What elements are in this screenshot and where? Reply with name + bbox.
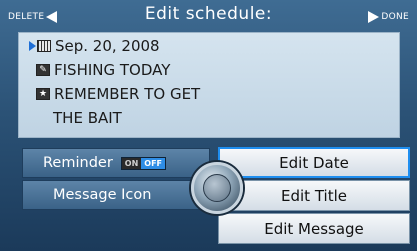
knob-center [203, 174, 231, 202]
controls-area: Reminder ON OFF Message Icon Edit Date E… [0, 144, 417, 251]
edit-title-button[interactable]: Edit Title [218, 180, 410, 211]
cursor-arrow-icon [29, 41, 36, 51]
edit-schedule-screen: DELETE Edit schedule: DONE Sep. 20, 2008… [0, 0, 417, 251]
schedule-title: FISHING TODAY [54, 61, 171, 79]
schedule-detail-panel: Sep. 20, 2008 ✎ FISHING TODAY ★ REMEMBER… [18, 32, 400, 138]
pencil-icon: ✎ [36, 64, 50, 76]
message-row-continued: THE BAIT [53, 108, 122, 128]
arrow-left-icon [46, 11, 58, 23]
schedule-message-line2: THE BAIT [53, 109, 122, 127]
done-button[interactable]: DONE [368, 9, 409, 25]
star-icon: ★ [36, 88, 50, 100]
schedule-message-line1: REMEMBER TO GET [54, 85, 201, 103]
message-icon-label: Message Icon [53, 187, 152, 203]
message-icon-button[interactable]: Message Icon [22, 180, 210, 210]
selector-knob-icon[interactable] [191, 162, 243, 214]
date-row: Sep. 20, 2008 [29, 36, 160, 56]
delete-button[interactable]: DELETE [8, 9, 58, 25]
schedule-date: Sep. 20, 2008 [55, 37, 160, 55]
done-label: DONE [381, 12, 409, 22]
reminder-toggle[interactable]: ON OFF [120, 156, 167, 170]
reminder-label: Reminder [43, 155, 113, 171]
toggle-off: OFF [141, 157, 166, 169]
calendar-icon [37, 40, 51, 52]
page-title: Edit schedule: [144, 4, 273, 24]
reminder-button[interactable]: Reminder ON OFF [22, 148, 210, 178]
arrow-right-icon [368, 11, 380, 23]
toggle-on: ON [121, 157, 142, 169]
message-row: ★ REMEMBER TO GET [36, 84, 200, 104]
delete-label: DELETE [8, 12, 45, 22]
header: DELETE Edit schedule: DONE [0, 0, 417, 32]
edit-message-button[interactable]: Edit Message [218, 213, 410, 244]
title-row: ✎ FISHING TODAY [36, 60, 170, 80]
edit-date-button[interactable]: Edit Date [218, 147, 410, 178]
